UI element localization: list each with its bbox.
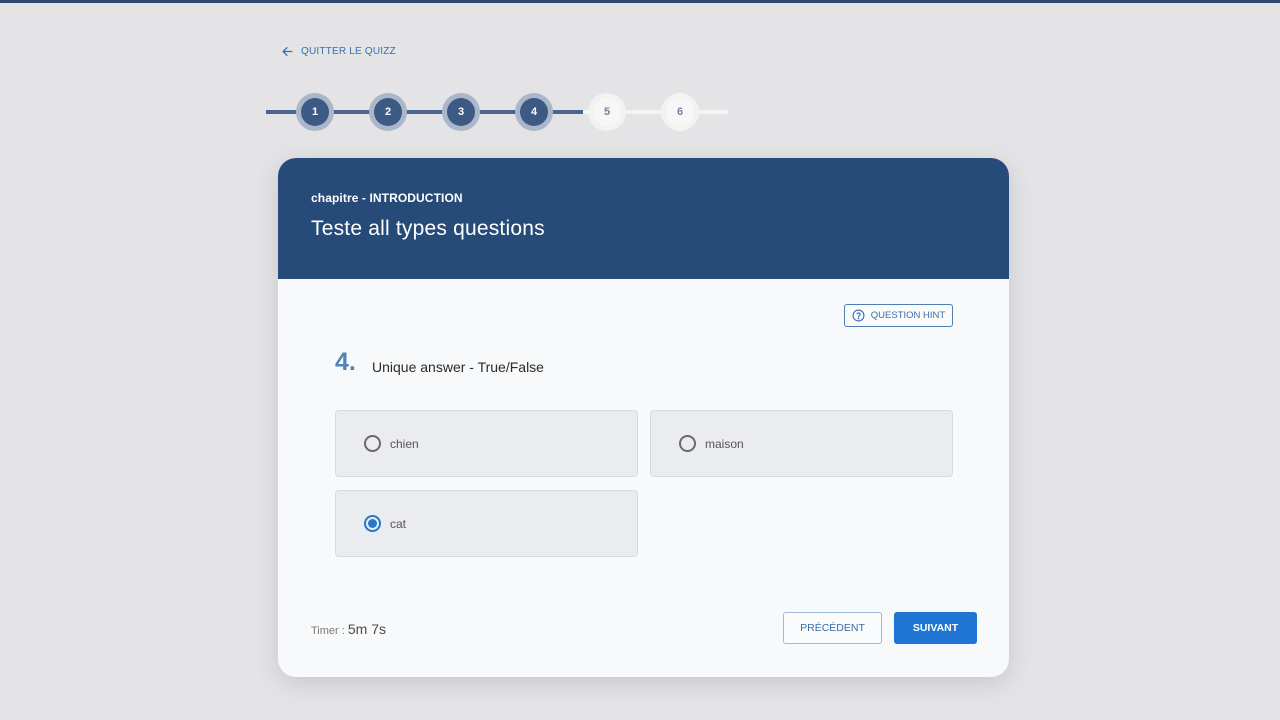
progress-stepper: 1 2 3 4 5 6: [266, 92, 736, 132]
quit-quiz-label: QUITTER LE QUIZZ: [301, 46, 396, 57]
step-1-number: 1: [301, 98, 329, 126]
timer-label: Timer :: [311, 625, 348, 637]
arrow-left-icon: [282, 47, 293, 56]
question-number: 4.: [335, 348, 356, 376]
step-6[interactable]: 6: [661, 93, 699, 131]
quiz-title: Teste all types questions: [311, 217, 545, 240]
previous-button[interactable]: PRÉCÉDENT: [783, 612, 882, 644]
top-accent-bar: [0, 0, 1280, 3]
step-5-number: 5: [593, 98, 621, 126]
radio-unchecked-icon[interactable]: [679, 435, 696, 452]
answer-label: chien: [390, 436, 419, 451]
step-4-number: 4: [520, 98, 548, 126]
question-hint-button[interactable]: QUESTION HINT: [844, 304, 953, 327]
step-3[interactable]: 3: [442, 93, 480, 131]
step-5[interactable]: 5: [588, 93, 626, 131]
radio-unchecked-icon[interactable]: [364, 435, 381, 452]
timer-value: 5m 7s: [347, 621, 386, 637]
quit-quiz-link[interactable]: QUITTER LE QUIZZ: [281, 45, 396, 58]
radio-dot: [368, 519, 377, 528]
chapter-label: chapitre - INTRODUCTION: [311, 191, 463, 205]
step-2-number: 2: [374, 98, 402, 126]
question-hint-label: QUESTION HINT: [870, 310, 946, 321]
next-button-label: SUIVANT: [912, 622, 959, 634]
quiz-header: chapitre - INTRODUCTION Teste all types …: [278, 158, 1009, 279]
step-6-number: 6: [666, 98, 694, 126]
previous-button-label: PRÉCÉDENT: [800, 622, 865, 634]
radio-checked-icon[interactable]: [364, 515, 381, 532]
help-circle-icon: [852, 309, 865, 322]
answer-option-chien[interactable]: chien: [335, 410, 638, 477]
quiz-card: chapitre - INTRODUCTION Teste all types …: [278, 158, 1009, 677]
timer: Timer : 5m 7s: [311, 621, 386, 637]
answer-label: cat: [390, 516, 407, 531]
answer-option-maison[interactable]: maison: [650, 410, 953, 477]
next-button[interactable]: SUIVANT: [894, 612, 977, 644]
step-2[interactable]: 2: [369, 93, 407, 131]
step-1[interactable]: 1: [296, 93, 334, 131]
answer-label: maison: [705, 436, 744, 451]
question-text: Unique answer - True/False: [372, 359, 544, 375]
answer-option-cat[interactable]: cat: [335, 490, 638, 557]
step-3-number: 3: [447, 98, 475, 126]
step-4[interactable]: 4: [515, 93, 553, 131]
